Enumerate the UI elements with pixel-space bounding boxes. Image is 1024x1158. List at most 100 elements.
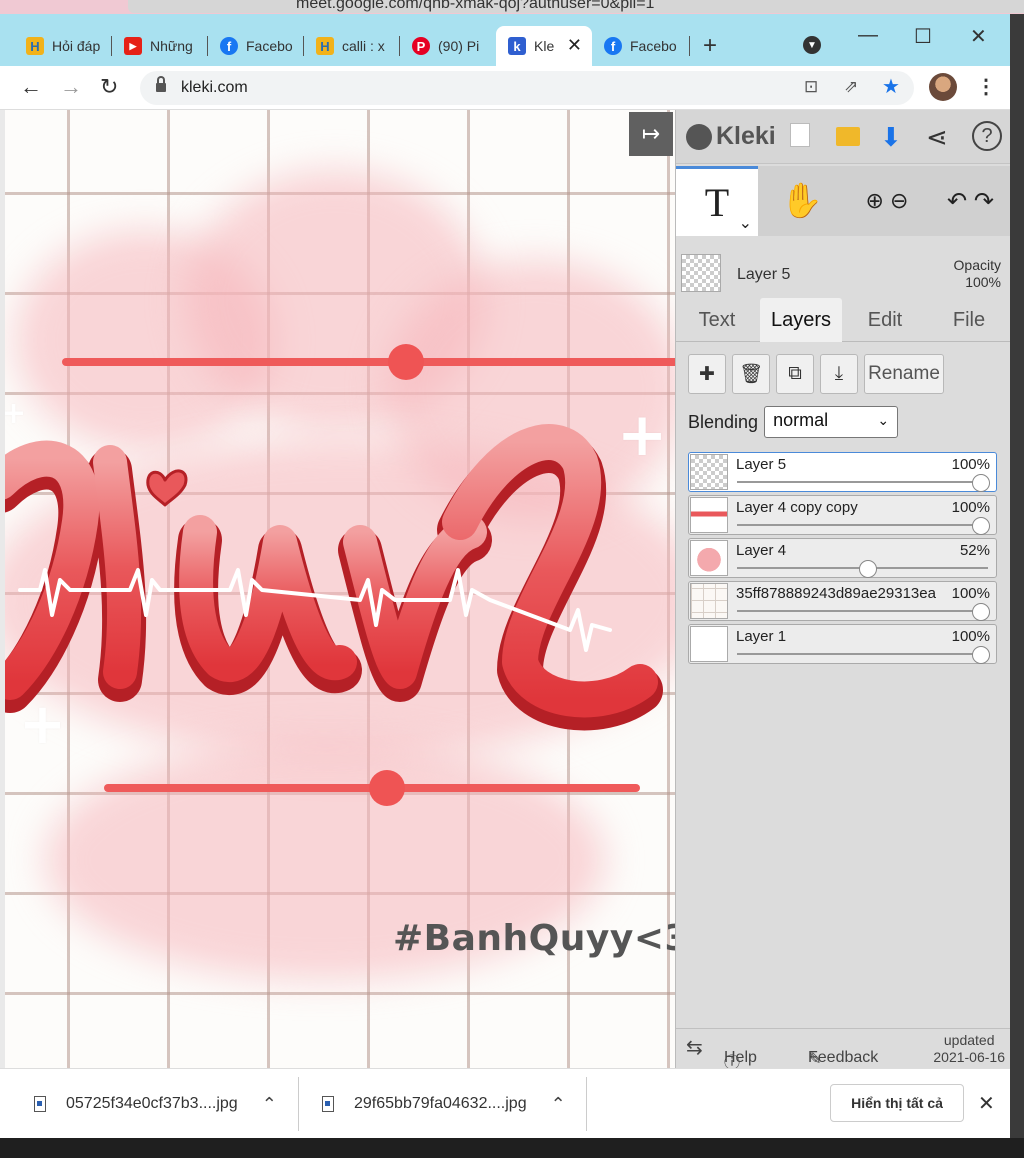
merge-down-button[interactable]: ⤓: [820, 354, 858, 394]
zoom-tool-button[interactable]: ⊕ ⊖: [846, 166, 928, 236]
drawing-canvas[interactable]: + + + #BanhQuyy<3: [0, 110, 675, 1068]
current-layer-thumbnail: [681, 254, 721, 292]
close-window-icon[interactable]: ✕: [970, 24, 987, 49]
opacity-slider-handle[interactable]: [972, 474, 990, 492]
close-shelf-icon[interactable]: ✕: [978, 1091, 995, 1116]
tab-hoidap[interactable]: H Hỏi đáp: [14, 26, 112, 66]
kleki-icon: k: [508, 37, 526, 55]
layer-row[interactable]: Layer 4 52%: [688, 538, 997, 578]
layer-thumbnail: [690, 497, 728, 533]
opacity-slider-handle[interactable]: [972, 603, 990, 621]
chevron-up-icon[interactable]: ⌃: [551, 1094, 566, 1115]
tab-text[interactable]: Text: [676, 298, 758, 342]
opacity-slider-track[interactable]: [737, 610, 988, 612]
forward-icon[interactable]: →: [60, 74, 82, 100]
tab-youtube[interactable]: ▶ Những: [112, 26, 208, 66]
browser-menu-icon[interactable]: ⋮: [976, 74, 996, 99]
bookmark-star-icon[interactable]: ★: [882, 74, 900, 99]
back-icon[interactable]: ←: [20, 74, 42, 100]
opacity-slider-track[interactable]: [737, 481, 988, 483]
chevron-down-icon: ⌄: [877, 412, 890, 428]
blending-row: Blending normal ⌄: [688, 406, 899, 438]
new-image-icon[interactable]: [790, 123, 810, 147]
undo-redo-icon: ↶ ↷: [947, 187, 994, 215]
add-layer-button[interactable]: ✚: [688, 354, 726, 394]
save-download-icon[interactable]: ⬇: [880, 122, 902, 153]
layer-row[interactable]: Layer 5 100%: [688, 452, 997, 492]
opacity-slider-track[interactable]: [737, 653, 988, 655]
lettering-artwork: [5, 424, 663, 731]
duplicate-layer-button[interactable]: ⧉: [776, 354, 814, 394]
layer-row[interactable]: Layer 1 100%: [688, 624, 997, 664]
opacity-label: Opacity: [953, 257, 1001, 273]
layer-opacity: 52%: [959, 542, 990, 559]
chevron-up-icon[interactable]: ⌃: [262, 1094, 277, 1115]
share-icon[interactable]: ⋖: [926, 122, 948, 153]
download-shelf: 05725f34e0cf37b3....jpg ⌃ 29f65bb79fa046…: [0, 1068, 1010, 1138]
tab-label: Những: [150, 38, 193, 54]
layer-opacity: 100%: [951, 499, 990, 516]
layer-name: Layer 4 copy copy: [736, 499, 858, 516]
tab-file[interactable]: File: [928, 298, 1010, 342]
new-tab-icon[interactable]: +: [703, 32, 717, 60]
opacity-slider-handle[interactable]: [859, 560, 878, 578]
text-tool-button[interactable]: T ⌄: [676, 166, 758, 236]
tab-label: Kle: [534, 38, 555, 54]
kleki-logo[interactable]: Kleki: [686, 122, 776, 151]
open-folder-icon[interactable]: [836, 127, 860, 146]
delete-layer-button[interactable]: 🗑: [732, 354, 770, 394]
tab-layers[interactable]: Layers: [760, 298, 842, 342]
decor-dot-bottom: [369, 770, 405, 806]
download-filename: 05725f34e0cf37b3....jpg: [66, 1095, 238, 1112]
opacity-slider-track[interactable]: [737, 524, 988, 526]
tab-search-icon[interactable]: ▼: [803, 36, 821, 54]
layer-row[interactable]: 35ff878889243d89ae29313ea 100%: [688, 581, 997, 621]
tab-calli[interactable]: H calli : x: [304, 26, 400, 66]
collapse-panel-icon[interactable]: ↦: [629, 112, 673, 156]
opacity-slider-handle[interactable]: [972, 517, 990, 535]
current-layer-name: Layer 5: [737, 266, 791, 283]
hand-tool-button[interactable]: ✋: [760, 166, 844, 236]
panel-footer: ⇆ ⓘ Help ✎ Feedback updated 2021-06-16: [676, 1028, 1010, 1072]
duplicate-icon: ⧉: [788, 363, 802, 384]
swap-sides-icon[interactable]: ⇆: [686, 1035, 703, 1060]
tab-edit[interactable]: Edit: [844, 298, 926, 342]
download-item[interactable]: 29f65bb79fa04632....jpg ⌃: [322, 1069, 566, 1138]
image-file-icon: [322, 1096, 334, 1112]
plus-icon: ✚: [699, 363, 715, 385]
kleki-logo-icon: [686, 123, 712, 150]
download-item[interactable]: 05725f34e0cf37b3....jpg ⌃: [34, 1069, 277, 1138]
current-layer-opacity: Opacity 100%: [954, 257, 1001, 291]
opacity-slider-handle[interactable]: [972, 646, 990, 664]
hashtag-signature: #BanhQuyy<3: [393, 918, 675, 959]
blending-select[interactable]: normal ⌄: [764, 406, 899, 438]
layer-row[interactable]: Layer 4 copy copy 100%: [688, 495, 997, 535]
reload-icon[interactable]: ↻: [100, 74, 118, 100]
undo-redo-button[interactable]: ↶ ↷: [930, 166, 1010, 236]
hoidap-icon: H: [316, 37, 334, 55]
minimize-icon[interactable]: —: [858, 24, 878, 47]
close-tab-icon[interactable]: ✕: [567, 35, 582, 56]
layer-thumbnail: [690, 583, 728, 619]
tab-facebook-1[interactable]: f Facebo: [208, 26, 304, 66]
hand-icon: ✋: [780, 182, 824, 220]
maximize-icon[interactable]: ☐: [914, 24, 932, 49]
decor-dot-top: [388, 344, 424, 380]
facebook-icon: f: [220, 37, 238, 55]
tab-label: Facebo: [246, 38, 293, 54]
tab-facebook-2[interactable]: f Facebo: [592, 26, 690, 66]
rename-layer-button[interactable]: Rename: [864, 354, 944, 394]
browser-toolbar: ← → ↻ kleki.com ⊡ ⇗ ★ ⋮: [0, 66, 1010, 110]
updated-date: 2021-06-16: [933, 1049, 1005, 1065]
tab-kleki[interactable]: k Kle ✕: [496, 26, 592, 66]
tab-pinterest[interactable]: P (90) Pi: [400, 26, 496, 66]
divider: [298, 1077, 299, 1131]
tool-row: T ⌄ ✋ ⊕ ⊖ ↶ ↷: [676, 166, 1010, 236]
help-icon[interactable]: ?: [972, 121, 1002, 151]
chevron-down-icon[interactable]: ⌄: [739, 213, 752, 232]
profile-avatar[interactable]: [929, 73, 957, 101]
show-all-downloads-button[interactable]: Hiển thị tất cả: [830, 1084, 964, 1122]
share-page-icon[interactable]: ⇗: [844, 77, 858, 97]
address-bar[interactable]: kleki.com ⊡ ⇗ ★: [140, 71, 914, 105]
translate-icon[interactable]: ⊡: [804, 77, 818, 97]
